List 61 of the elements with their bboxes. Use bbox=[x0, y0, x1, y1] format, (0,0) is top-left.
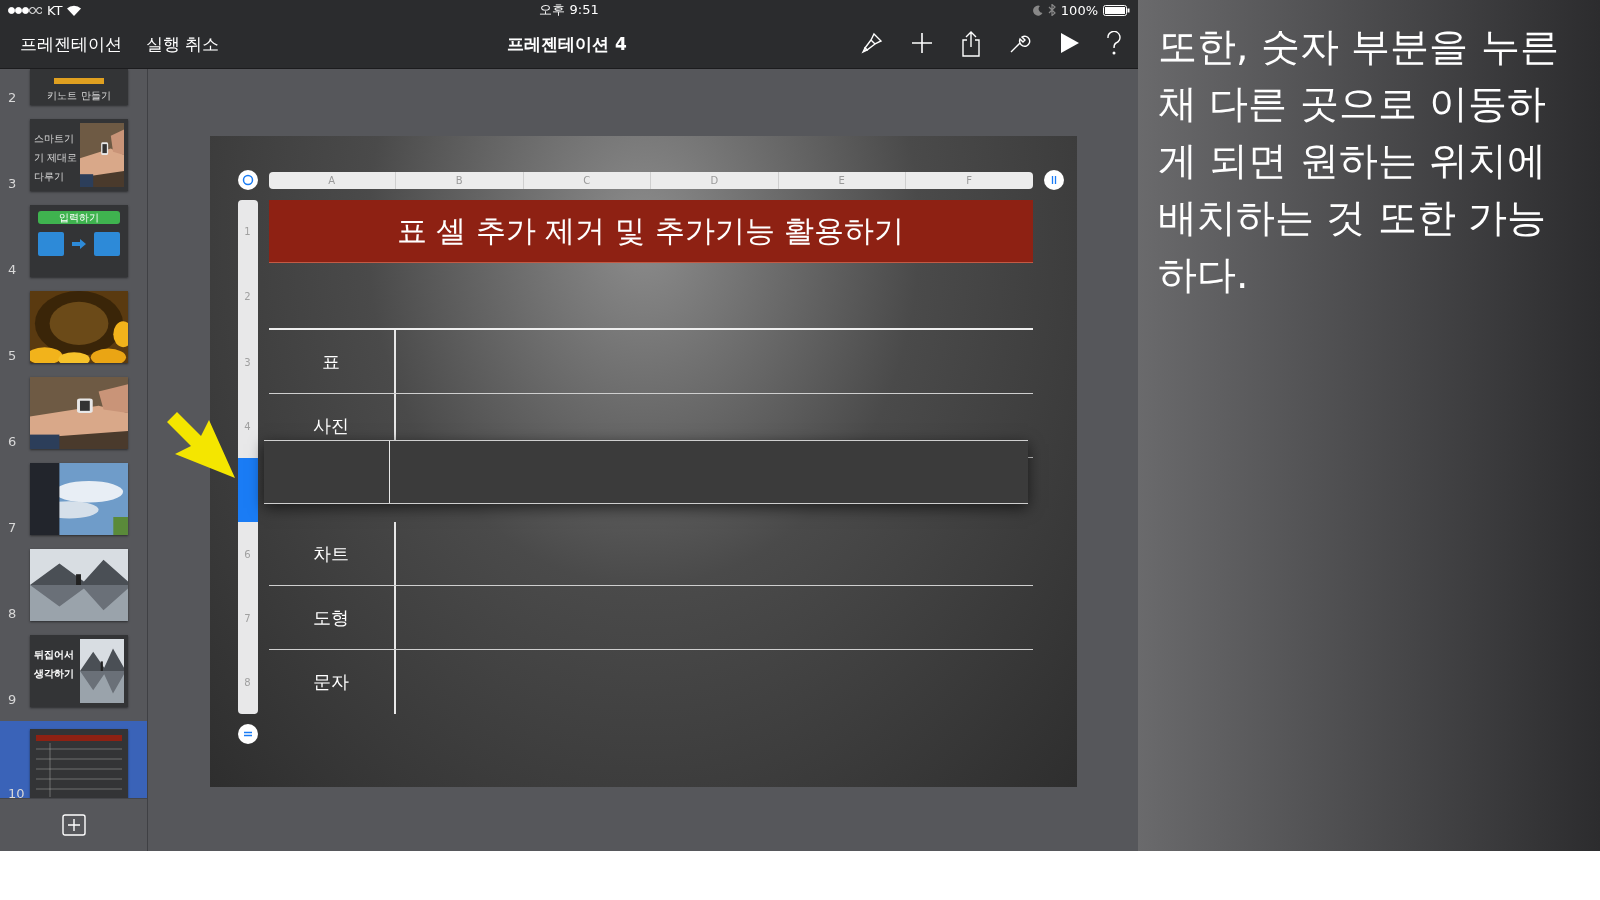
slide-thumbnail[interactable]: 키노트 만들기 bbox=[30, 69, 128, 105]
row-number: 2 bbox=[244, 291, 251, 302]
signal-icon bbox=[8, 6, 42, 14]
slide-thumbnail[interactable]: 스마트기기 제대로 다루기 bbox=[30, 119, 128, 191]
annotation-text: 또한, 숫자 부분을 누른 채 다른 곳으로 이동하게 되면 원하는 위치에 배치하는 것 또한 가능하다. bbox=[1158, 24, 1559, 297]
slide-number: 6 bbox=[7, 434, 18, 449]
slide-number: 5 bbox=[7, 348, 18, 363]
table-cell: 도형 bbox=[268, 586, 396, 649]
slide-list-item[interactable]: 9 뒤집어서 생각하기 bbox=[0, 635, 147, 709]
slide-list-item[interactable]: 3 스마트기기 제대로 다루기 bbox=[0, 119, 147, 193]
column-letter: A bbox=[327, 173, 337, 188]
moon-icon bbox=[1032, 4, 1043, 16]
arrow-icon bbox=[72, 239, 86, 249]
column-letter: C bbox=[522, 171, 650, 189]
thumbnail-banner: 입력하기 bbox=[38, 211, 120, 224]
dragged-row[interactable] bbox=[263, 440, 1028, 504]
row-number: 8 bbox=[244, 676, 251, 688]
slide-number: 3 bbox=[7, 176, 18, 191]
slide-thumbnail[interactable]: 입력하기 bbox=[30, 205, 128, 277]
column-letter: B bbox=[395, 171, 523, 189]
battery-percent: 100% bbox=[1060, 2, 1098, 18]
row-number: 3 bbox=[244, 356, 251, 368]
thumbnail-title: 키노트 만들기 bbox=[47, 90, 111, 101]
square-shape bbox=[38, 232, 64, 256]
bluetooth-icon bbox=[1047, 4, 1056, 16]
table-select-handle[interactable] bbox=[237, 170, 258, 190]
table-cell: 차트 bbox=[268, 522, 396, 585]
add-slide-icon[interactable] bbox=[59, 812, 88, 838]
slide-number: 9 bbox=[7, 692, 18, 707]
slide-number: 2 bbox=[7, 90, 18, 105]
table-cell: 문자 bbox=[268, 650, 396, 714]
clock-time: 오후 9:51 bbox=[539, 1, 599, 19]
row-add-handle[interactable] bbox=[237, 724, 258, 744]
slide-list-item[interactable]: 4 입력하기 bbox=[0, 205, 147, 279]
title-cell: 표 셀 추가 제거 및 추가기능 활용하기 bbox=[268, 200, 1033, 263]
slide-list-item[interactable]: 2 키노트 만들기 bbox=[0, 69, 147, 107]
wifi-icon bbox=[67, 4, 82, 16]
square-shape bbox=[94, 232, 120, 256]
row-number: 7 bbox=[244, 612, 251, 624]
table-cell: 표 bbox=[268, 330, 396, 393]
row-number: 6 bbox=[244, 548, 251, 560]
row-drag-handle[interactable] bbox=[237, 458, 258, 522]
column-letter: F bbox=[905, 171, 1033, 189]
battery-icon bbox=[1103, 4, 1130, 16]
document-title: 프레젠테이션 4 bbox=[507, 32, 627, 56]
row-number: 1 bbox=[244, 226, 251, 237]
column-letter: D bbox=[650, 171, 778, 189]
toolbar-button[interactable]: 실행 취소 bbox=[136, 26, 230, 62]
slide-thumbnail[interactable]: 뒤집어서 생각하기 bbox=[30, 635, 128, 707]
slide-number: 4 bbox=[7, 262, 18, 277]
slide-number: 7 bbox=[7, 520, 18, 535]
column-letter: E bbox=[777, 171, 905, 189]
row-number: 4 bbox=[244, 420, 251, 432]
slide-list-item[interactable]: 10 bbox=[0, 721, 147, 798]
thumbnail-title: 뒤집어서 생각하기 bbox=[34, 649, 74, 679]
carrier-name: KT bbox=[47, 2, 63, 18]
column-resize-handle[interactable] bbox=[1043, 170, 1064, 190]
thumbnail-title: 스마트기기 제대로 다루기 bbox=[34, 133, 78, 182]
slide-number: 10 bbox=[7, 786, 26, 798]
slide-number: 8 bbox=[7, 606, 18, 621]
toolbar-button[interactable]: 프레젠테이션 bbox=[10, 26, 132, 62]
